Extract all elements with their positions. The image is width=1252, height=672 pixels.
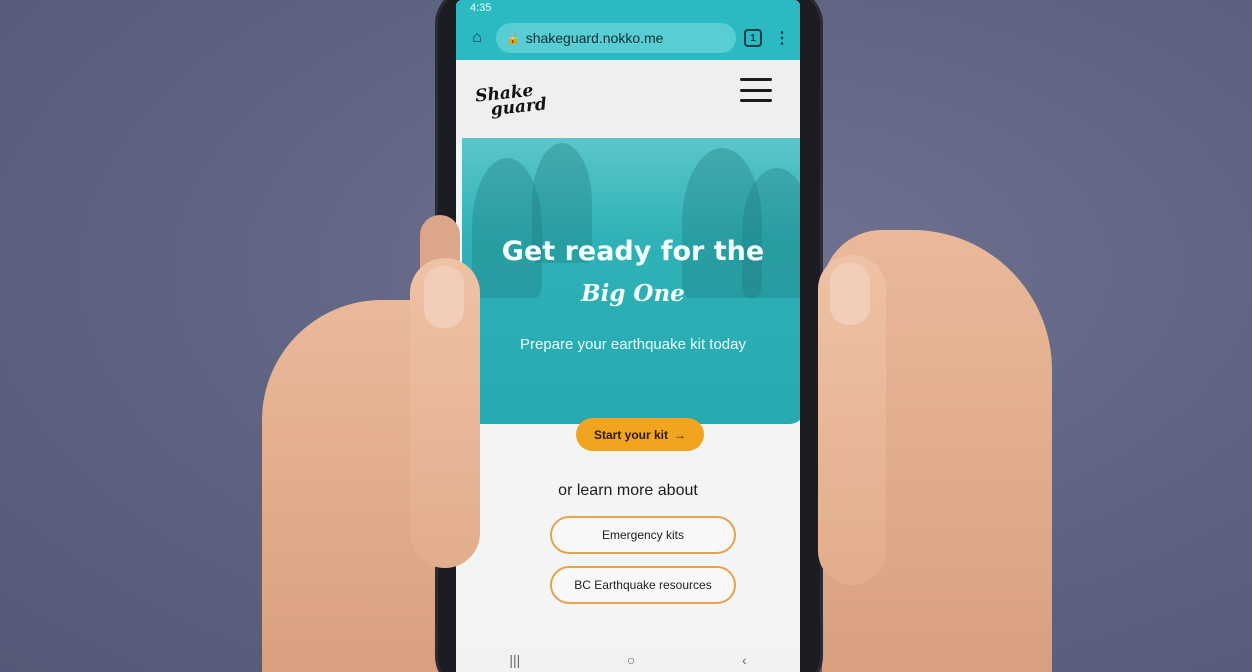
- hero-tagline: Prepare your earthquake kit today: [520, 336, 746, 353]
- lock-icon: 🔒: [506, 32, 520, 45]
- right-thumb: [818, 255, 886, 585]
- site-header: Shake guard: [456, 60, 800, 144]
- browser-toolbar: ⌂ 🔒 shakeguard.nokko.me 1 ⋮: [456, 16, 800, 60]
- recents-icon[interactable]: |||: [509, 652, 520, 668]
- url-text: shakeguard.nokko.me: [525, 30, 664, 46]
- hero-subtitle: Big One: [581, 280, 685, 307]
- phone-screen: 4:35 ⌂ 🔒 shakeguard.nokko.me 1 ⋮ Shake g…: [456, 0, 800, 672]
- hero-banner: Get ready for the Big One Prepare your e…: [462, 138, 800, 424]
- android-nav-bar: ||| ○ ‹: [456, 648, 800, 672]
- hero-title: Get ready for the: [501, 236, 765, 267]
- bc-earthquake-resources-link[interactable]: BC Earthquake resources: [550, 566, 736, 604]
- more-menu-icon[interactable]: ⋮: [774, 28, 790, 48]
- arrow-right-icon: →: [674, 427, 686, 442]
- hamburger-menu-icon[interactable]: [740, 78, 772, 102]
- address-bar[interactable]: 🔒 shakeguard.nokko.me: [496, 23, 736, 53]
- status-time: 4:35: [470, 2, 492, 14]
- tab-switcher-button[interactable]: 1: [744, 29, 762, 47]
- emergency-kits-link[interactable]: Emergency kits: [550, 516, 736, 554]
- start-your-kit-button[interactable]: Start your kit →: [576, 418, 704, 451]
- left-thumbnail: [424, 266, 464, 328]
- home-icon[interactable]: ⌂: [466, 27, 488, 49]
- shakeguard-logo[interactable]: Shake guard: [474, 81, 548, 121]
- logo-line-2: guard: [489, 94, 548, 121]
- cta-label: Start your kit: [593, 427, 668, 442]
- left-thumb: [410, 258, 480, 568]
- learn-more-heading: or learn more about: [558, 482, 698, 499]
- back-icon[interactable]: ‹: [742, 652, 747, 668]
- right-thumbnail: [830, 263, 870, 325]
- home-nav-icon[interactable]: ○: [627, 652, 635, 668]
